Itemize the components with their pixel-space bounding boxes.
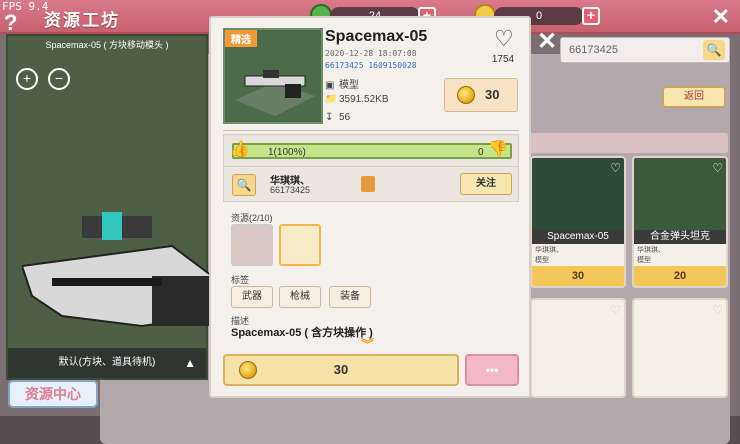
- download-icon: ↧: [325, 112, 334, 123]
- coin-icon: [457, 86, 475, 104]
- preview-title: Spacemax-05 ( 方块移动模头 ): [45, 40, 169, 50]
- resources-label: 资源(2/10): [231, 213, 273, 223]
- animation-label: 默认(方块、道具待机): [58, 357, 156, 368]
- heart-icon[interactable]: ♡: [712, 303, 723, 317]
- heart-icon[interactable]: ♡: [712, 161, 723, 175]
- rating-bad: 0: [478, 147, 484, 158]
- asset-card-meta: 华琪琪、 模型: [637, 247, 665, 264]
- search-value: 66173425: [569, 44, 618, 56]
- asset-date: 2020-12-28 18:07:08: [325, 49, 417, 58]
- tag-weapon[interactable]: 武器: [231, 286, 273, 308]
- box-icon: ▣: [325, 80, 335, 91]
- asset-detail-popup: 精选 Spacemax-05 2020-12-28 18:07:08 66173…: [209, 16, 531, 398]
- asset-type: ▣ 模型: [325, 80, 359, 91]
- asset-card-name: 合金弹头坦克: [634, 230, 726, 244]
- filter-dropdown[interactable]: [520, 133, 728, 153]
- help-icon[interactable]: ?: [4, 10, 17, 36]
- close-popup-icon[interactable]: ✕: [537, 27, 557, 56]
- featured-badge: 精选: [225, 30, 257, 47]
- price-display: 30: [444, 78, 518, 112]
- asset-card-price: 20: [634, 266, 726, 286]
- rifle-model-icon: [22, 212, 212, 328]
- close-icon[interactable]: ✕: [712, 4, 730, 30]
- tags-label: 标签: [231, 275, 250, 285]
- heart-icon[interactable]: ♡: [610, 303, 621, 317]
- resource-thumb[interactable]: [231, 224, 273, 266]
- folder-icon: 📁: [325, 94, 338, 105]
- add-coin-button[interactable]: +: [582, 7, 600, 25]
- search-icon[interactable]: 🔍: [232, 174, 256, 196]
- author-panel: 🔍 华琪琪、 66173425 关注: [223, 166, 519, 202]
- resource-thumb-selected[interactable]: [279, 224, 321, 266]
- heart-icon[interactable]: ♡: [494, 26, 514, 52]
- asset-card[interactable]: Spacemax-05 华琪琪、 模型 30 ♡: [530, 156, 626, 288]
- asset-name: Spacemax-05: [325, 28, 428, 45]
- description-text: Spacemax-05 ( 含方块操作 ): [231, 327, 373, 339]
- thumbs-down-icon[interactable]: 👎: [488, 139, 508, 159]
- asset-card[interactable]: ♡: [530, 298, 626, 398]
- search-icon[interactable]: 🔍: [703, 40, 725, 60]
- asset-card[interactable]: ♡: [632, 298, 728, 398]
- back-button[interactable]: 返回: [662, 86, 726, 108]
- app-title: 资源工坊: [44, 11, 120, 30]
- document-icon[interactable]: [361, 176, 375, 192]
- chevron-down-icon[interactable]: ︾: [361, 334, 374, 353]
- heart-icon[interactable]: ♡: [610, 161, 621, 175]
- asset-downloads: ↧ 56: [325, 112, 351, 123]
- asset-thumbnail: 精选: [223, 28, 323, 124]
- asset-card-price: 30: [532, 266, 624, 286]
- asset-ids: 66173425 1609150028: [325, 61, 417, 70]
- more-options-button[interactable]: •••: [465, 354, 519, 386]
- animation-selector[interactable]: 默认(方块、道具待机): [8, 348, 206, 378]
- coin-icon: [239, 361, 257, 379]
- follow-button[interactable]: 关注: [460, 173, 512, 195]
- divider: [223, 130, 519, 131]
- asset-card-name: Spacemax-05: [532, 230, 624, 244]
- tag-firearm[interactable]: 枪械: [279, 286, 321, 308]
- search-input[interactable]: 66173425 🔍: [560, 37, 730, 63]
- model-preview-panel[interactable]: Spacemax-05 ( 方块移动模头 ) + − 默认(方块、道具待机) ▲: [6, 34, 212, 380]
- asset-card-meta: 华琪琪、 模型: [535, 247, 563, 264]
- thumbs-up-icon[interactable]: 👍: [230, 139, 250, 159]
- like-count: 1754: [491, 54, 515, 65]
- rating-good: 1(100%): [268, 147, 306, 158]
- asset-size: 📁 3591.52KB: [325, 94, 389, 105]
- asset-card[interactable]: 合金弹头坦克 华琪琪、 模型 20 ♡: [632, 156, 728, 288]
- zoom-in-icon[interactable]: +: [16, 68, 38, 90]
- rifle-model-icon: [235, 70, 315, 116]
- chevron-up-icon[interactable]: ▲: [184, 356, 196, 370]
- zoom-out-icon[interactable]: −: [48, 68, 70, 90]
- tag-equipment[interactable]: 装备: [329, 286, 371, 308]
- resource-center-button[interactable]: 资源中心: [8, 380, 98, 408]
- buy-button[interactable]: 30: [223, 354, 459, 386]
- author-id: 66173425: [270, 185, 311, 195]
